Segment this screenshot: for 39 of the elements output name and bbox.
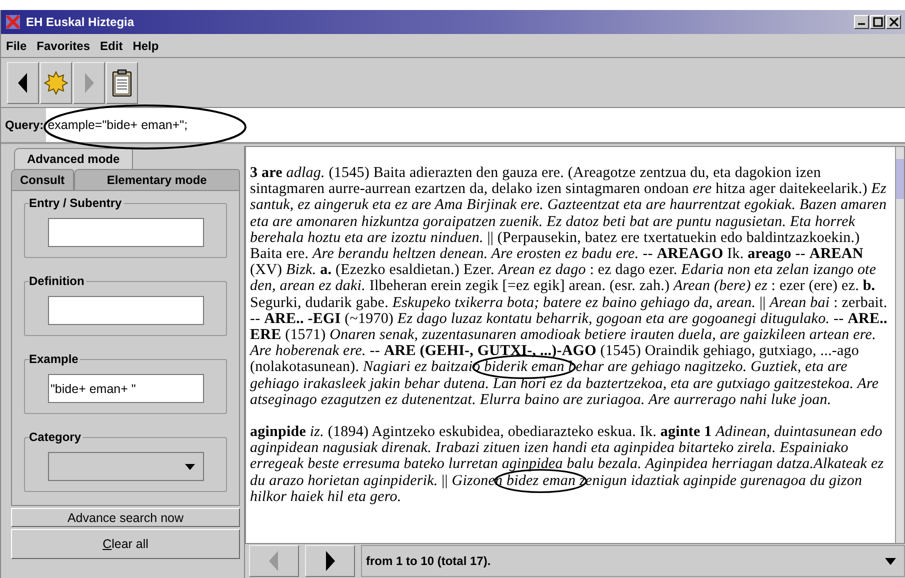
tab[interactable]: Elementary mode bbox=[74, 169, 240, 190]
right-arrow-icon bbox=[324, 550, 336, 572]
field-label: Entry / Subentry bbox=[29, 195, 124, 211]
query-field[interactable]: example="bide+ eman+"; bbox=[46, 108, 905, 142]
menu-item[interactable]: Edit bbox=[100, 36, 123, 54]
text-field[interactable] bbox=[48, 218, 204, 247]
dropdown-arrow-icon bbox=[184, 464, 194, 470]
close-button[interactable] bbox=[886, 15, 901, 29]
text-field[interactable] bbox=[48, 296, 204, 325]
action-button[interactable]: Advance search now bbox=[11, 508, 240, 527]
maximize-icon bbox=[872, 17, 882, 27]
clipboard-icon bbox=[111, 68, 133, 96]
menu-item[interactable]: Favorites bbox=[36, 36, 90, 54]
minimize-icon bbox=[858, 23, 865, 25]
toolbar-button[interactable] bbox=[106, 62, 138, 104]
results-dropdown[interactable]: from 1 to 10 (total 17). bbox=[361, 545, 905, 577]
text-field[interactable]: "bide+ eman+ " bbox=[48, 374, 204, 403]
minimize-button[interactable] bbox=[854, 15, 869, 29]
menu-item[interactable]: File bbox=[6, 36, 27, 54]
field-label: Example bbox=[29, 351, 80, 367]
left-arrow-icon bbox=[17, 72, 29, 94]
app-logo-icon bbox=[5, 14, 21, 30]
left-arrow-icon bbox=[268, 550, 280, 572]
toolbar-button[interactable] bbox=[40, 62, 72, 104]
action-button[interactable]: Clear all bbox=[11, 529, 240, 559]
star-burst-icon bbox=[44, 70, 68, 94]
close-icon bbox=[888, 17, 898, 27]
results-status: from 1 to 10 (total 17). bbox=[366, 553, 491, 570]
category-dropdown[interactable] bbox=[48, 452, 204, 481]
scroll-bar[interactable] bbox=[895, 147, 904, 543]
tab[interactable]: Consult bbox=[11, 169, 74, 190]
maximize-button[interactable] bbox=[870, 15, 885, 29]
right-arrow-icon bbox=[83, 72, 95, 94]
next-page-button[interactable] bbox=[305, 545, 355, 577]
menu-item[interactable]: Help bbox=[132, 36, 159, 54]
toolbar-button[interactable] bbox=[7, 62, 39, 104]
tab[interactable]: Advanced mode bbox=[14, 148, 133, 169]
window-title: EH Euskal Hiztegia bbox=[26, 14, 134, 31]
dropdown-arrow-icon bbox=[885, 558, 896, 566]
